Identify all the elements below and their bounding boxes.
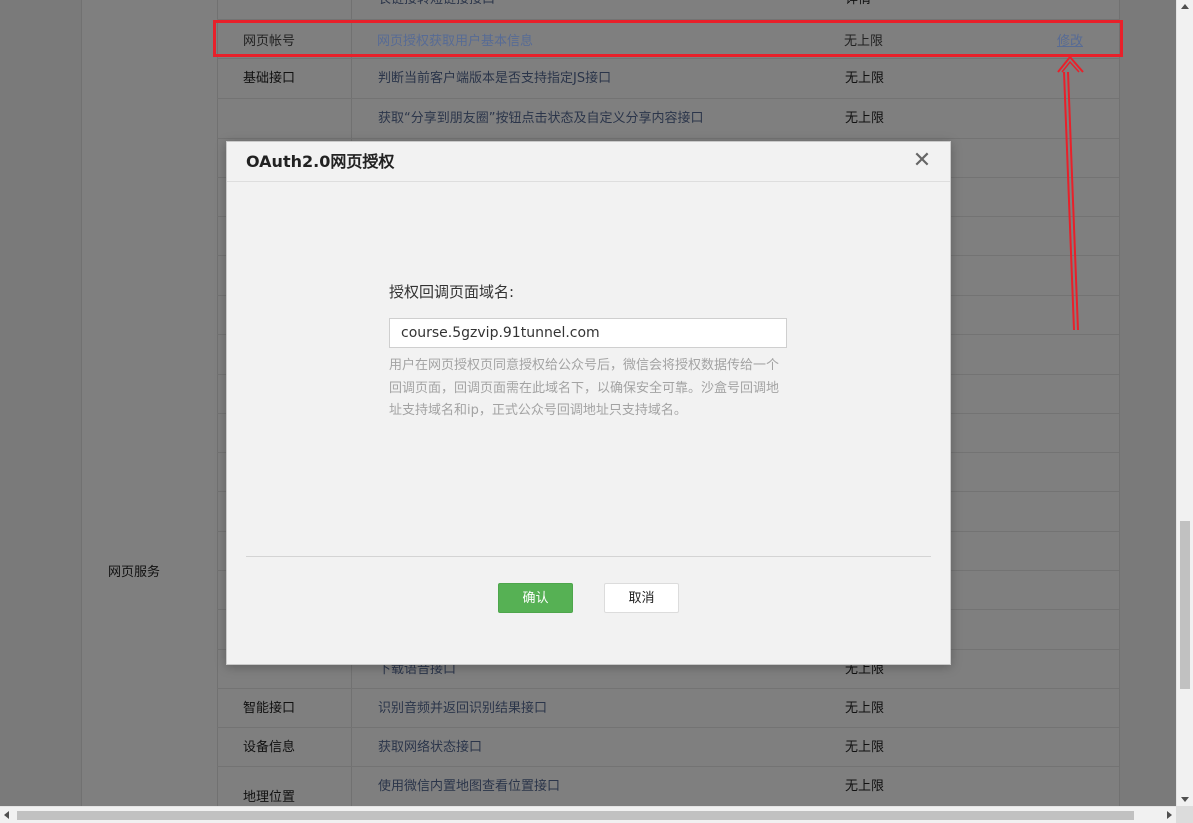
callback-domain-label: 授权回调页面域名:: [389, 283, 515, 301]
annotation-highlight-box: 网页帐号 网页授权获取用户基本信息 无上限 修改: [213, 20, 1123, 57]
highlight-limit: 无上限: [844, 34, 884, 49]
modal-title: OAuth2.0网页授权: [246, 152, 395, 171]
highlight-category: 网页帐号: [243, 34, 296, 49]
callback-domain-tip: 用户在网页授权页同意授权给公众号后，微信会将授权数据传给一个回调页面，回调页面需…: [389, 358, 780, 418]
scroll-left-icon[interactable]: [4, 811, 9, 819]
modal-divider: [246, 556, 931, 557]
close-icon[interactable]: ✕: [912, 150, 932, 172]
scroll-right-icon[interactable]: [1167, 811, 1172, 819]
modal-header: OAuth2.0网页授权 ✕: [227, 142, 950, 182]
scroll-down-icon[interactable]: [1181, 797, 1189, 802]
scrollbar-corner: [1176, 806, 1193, 823]
horizontal-scroll-thumb[interactable]: [17, 811, 1134, 820]
highlight-api-name[interactable]: 网页授权获取用户基本信息: [377, 23, 533, 60]
callback-domain-input[interactable]: [389, 318, 787, 348]
horizontal-scrollbar[interactable]: [0, 806, 1176, 823]
vertical-scrollbar[interactable]: [1176, 0, 1193, 806]
modify-link[interactable]: 修改: [1057, 23, 1083, 60]
vertical-scroll-thumb[interactable]: [1180, 521, 1190, 689]
confirm-button[interactable]: 确认: [498, 583, 573, 613]
oauth-modal: OAuth2.0网页授权 ✕ 授权回调页面域名: 用户在网页授权页同意授权给公众…: [226, 141, 951, 665]
cancel-button[interactable]: 取消: [604, 583, 679, 613]
scroll-up-icon[interactable]: [1181, 4, 1189, 9]
